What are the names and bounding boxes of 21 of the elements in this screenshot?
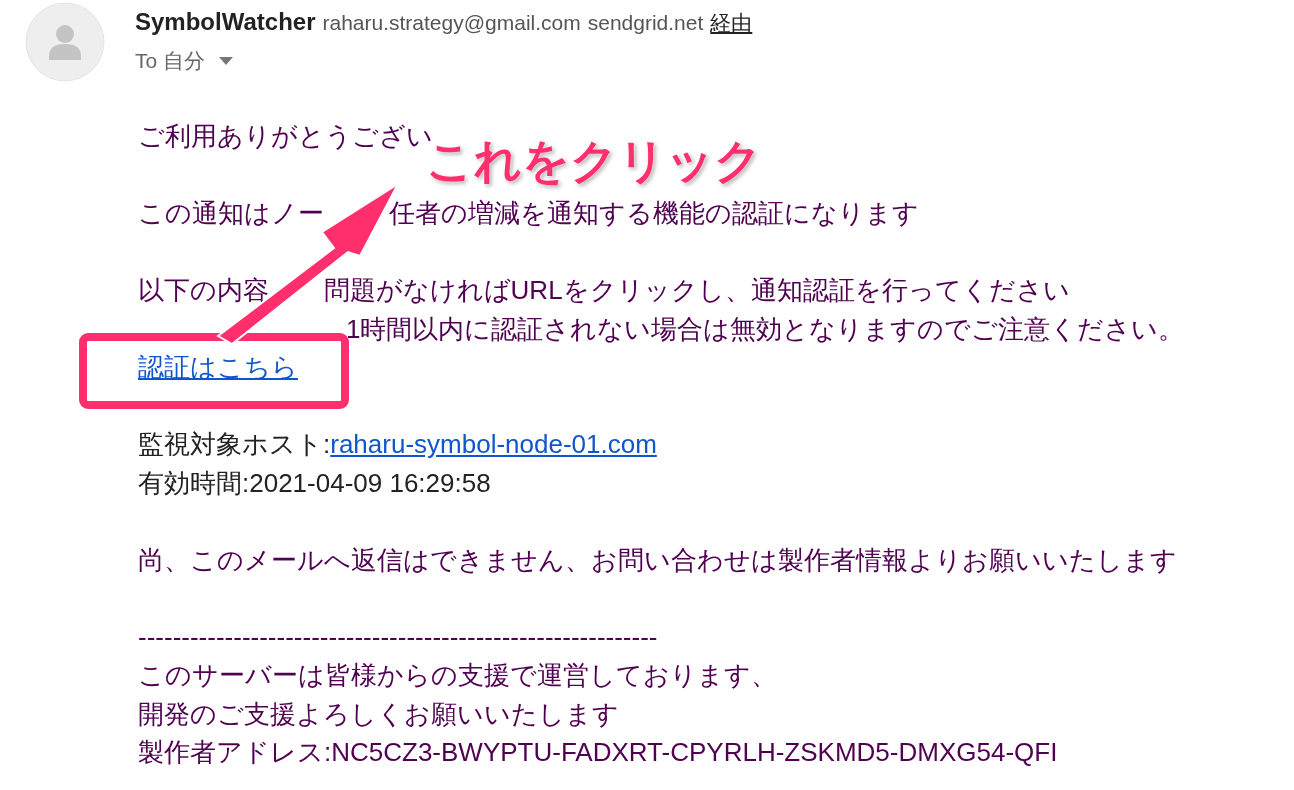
body-text: この通知はノー: [138, 198, 324, 228]
body-text: 任者の増減を通知する機能の認証になります: [389, 198, 919, 228]
body-text: ------------------------------------------------------------: [138, 621, 658, 652]
sender-name: SymbolWatcher: [135, 8, 316, 36]
body-text: 製作者アドレス:NC5CZ3-BWYPTU-FADXRT-CPYRLH-ZSKMD5-DMXG54-QFI: [138, 737, 1058, 767]
caret-icon[interactable]: [219, 57, 233, 65]
verify-link[interactable]: 認証はこちら: [138, 352, 298, 382]
body-text: 1時間以内に認証されない場合は無効となりますのでご注意ください。: [346, 313, 1185, 344]
body-text: 尚、このメールへ返信はできません、お問い合わせは製作者情報よりお願いいたします: [138, 544, 1177, 575]
via-domain: sendgrid.net: [587, 11, 704, 35]
sender-email: raharu.strategy@gmail.com: [322, 11, 581, 35]
host-label: 監視対象ホスト:: [138, 429, 331, 459]
body-text: 開発のご支援よろしくお願いいたします: [138, 698, 619, 729]
body-text: 問題がなければURLをクリックし、通知認証を行ってください: [323, 275, 1070, 305]
recipient-label: To 自分: [135, 48, 205, 74]
host-link[interactable]: raharu-symbol-node-01.com: [330, 429, 657, 459]
body-text: 有効時間:2021-04-09 16:29:58: [138, 467, 491, 498]
avatar-icon: [25, 2, 105, 82]
via-link[interactable]: 経由: [710, 9, 753, 37]
body-text: 以下の内容: [138, 275, 269, 305]
body-text: このサーバーは皆様からの支援で運営しております、: [138, 660, 777, 690]
